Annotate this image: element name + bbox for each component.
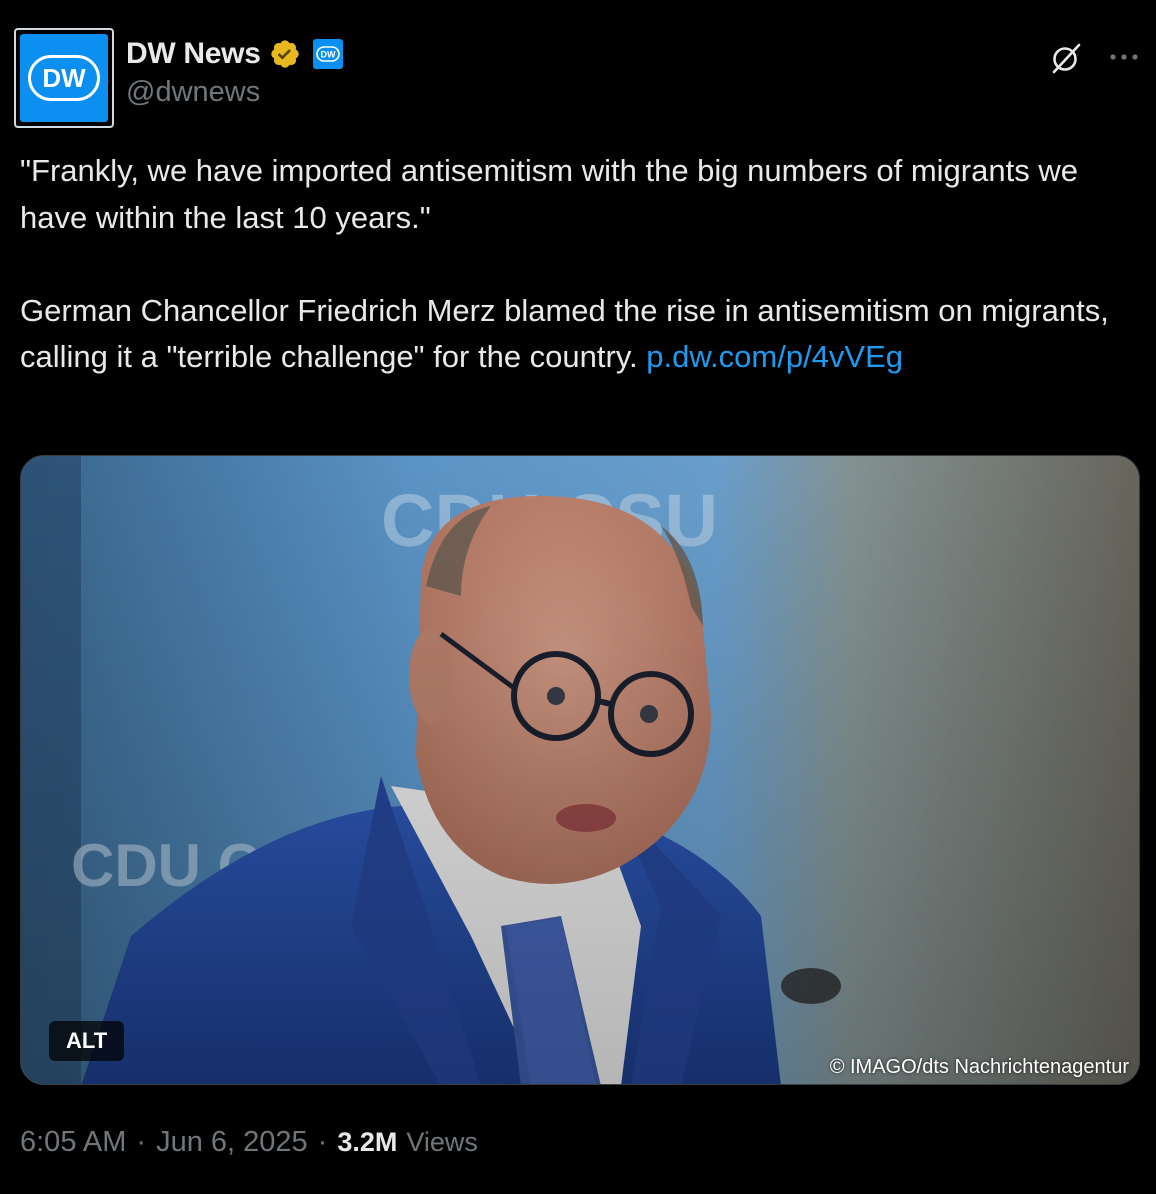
author-name-row: DW News DW	[126, 34, 343, 74]
tweet-body: German Chancellor Friedrich Merz blamed …	[20, 288, 1130, 381]
media-photo: CDU CSU CDU CSU	[21, 456, 1139, 1084]
dw-affiliate-badge-icon[interactable]: DW	[312, 39, 343, 69]
tweet-body-text: German Chancellor Friedrich Merz blamed …	[20, 292, 1109, 375]
avatar[interactable]: DW	[14, 28, 114, 128]
svg-text:DW: DW	[320, 50, 335, 60]
more-icon[interactable]	[1108, 52, 1140, 62]
tweet-media[interactable]: CDU CSU CDU CSU ALT © IMAGO/dts Nachrich…	[20, 455, 1140, 1085]
photo-credit: © IMAGO/dts Nachrichtenagentur	[829, 1056, 1129, 1078]
tweet-meta: 6:05 AM · Jun 6, 2025 · 3.2M Views	[20, 1126, 478, 1159]
verified-badge-icon[interactable]	[269, 38, 301, 70]
tweet-quote: "Frankly, we have imported antisemitism …	[20, 153, 1078, 235]
tweet-text: "Frankly, we have imported antisemitism …	[20, 148, 1130, 381]
dw-logo-icon: DW	[20, 34, 108, 122]
author-display-name[interactable]: DW News	[126, 37, 261, 71]
author-handle[interactable]: @dwnews	[126, 76, 260, 109]
grok-icon[interactable]	[1048, 40, 1084, 76]
meta-separator: ·	[136, 1126, 147, 1158]
tweet-link[interactable]: p.dw.com/p/4vVEg	[646, 339, 903, 374]
alt-badge[interactable]: ALT	[49, 1021, 125, 1061]
tweet-date[interactable]: Jun 6, 2025	[156, 1126, 308, 1159]
svg-text:DW: DW	[42, 63, 86, 93]
views-label[interactable]: Views	[406, 1127, 478, 1158]
views-count[interactable]: 3.2M	[337, 1127, 397, 1158]
meta-separator: ·	[317, 1126, 328, 1158]
tweet-time[interactable]: 6:05 AM	[20, 1126, 126, 1159]
